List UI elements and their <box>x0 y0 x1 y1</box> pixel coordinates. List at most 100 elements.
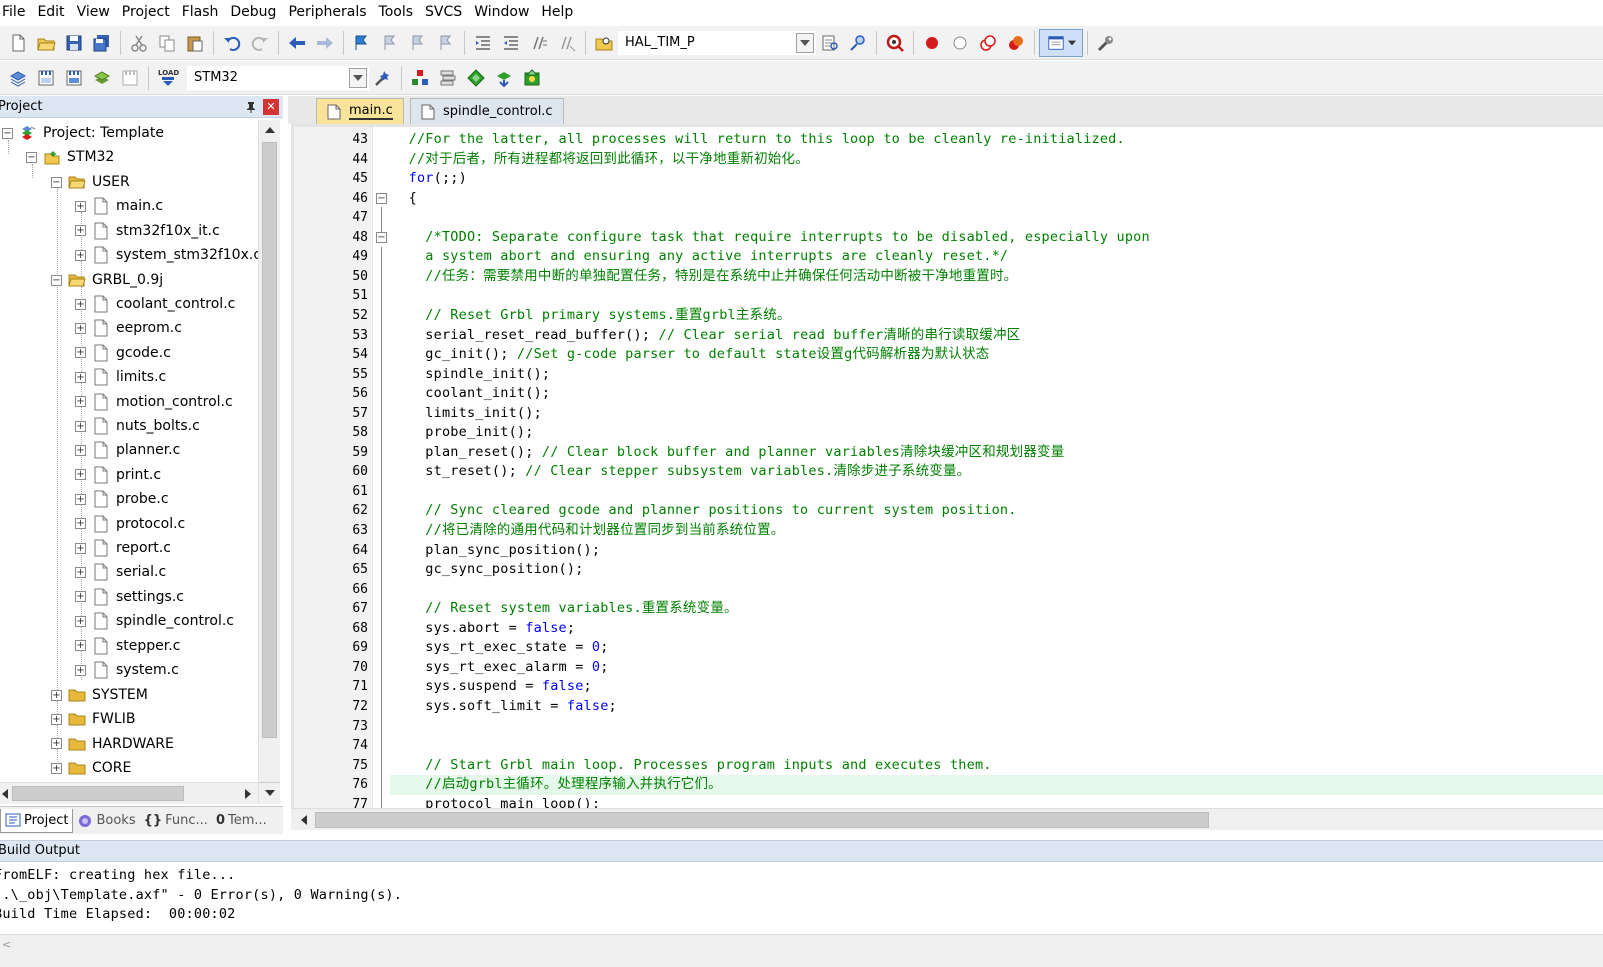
tree-file[interactable]: + stm32f10x_it.c <box>75 219 220 243</box>
expand-icon[interactable]: + <box>75 664 86 676</box>
menu-tools[interactable]: Tools <box>373 0 420 24</box>
tab-project[interactable]: Project <box>0 808 74 833</box>
tree-file[interactable]: + eeprom.c <box>75 316 182 340</box>
tree-group-fwlib[interactable]: + FWLIB <box>51 707 135 731</box>
scroll-up-icon[interactable] <box>259 120 280 140</box>
bookmark-toggle-icon[interactable] <box>348 29 376 57</box>
scroll-down-icon[interactable] <box>259 782 280 802</box>
tree-group-core[interactable]: + CORE <box>51 756 131 780</box>
tree-file[interactable]: + gcode.c <box>75 341 171 365</box>
tree-target-stm32[interactable]: − STM32 <box>26 145 114 169</box>
expand-icon[interactable]: + <box>51 762 62 774</box>
copy-icon[interactable] <box>153 29 181 57</box>
expand-icon[interactable]: + <box>75 493 86 505</box>
pin-icon[interactable] <box>245 101 257 113</box>
paste-icon[interactable] <box>181 29 209 57</box>
menu-peripherals[interactable]: Peripherals <box>282 0 372 24</box>
tree-group-system[interactable]: + SYSTEM <box>51 683 148 707</box>
tree-file[interactable]: + settings.c <box>75 585 184 609</box>
scroll-right-icon[interactable] <box>240 785 256 803</box>
collapse-icon[interactable]: − <box>51 274 62 286</box>
scroll-thumb[interactable] <box>12 786 184 801</box>
redo-icon[interactable] <box>246 29 274 57</box>
expand-icon[interactable]: + <box>75 249 86 261</box>
menu-window[interactable]: Window <box>468 0 535 24</box>
tree-file[interactable]: + system_stm32f10x.c <box>75 243 258 267</box>
tab-templates[interactable]: 0 Tem... <box>212 809 271 833</box>
expand-icon[interactable]: + <box>51 689 62 701</box>
file-extensions-icon[interactable] <box>434 64 462 92</box>
expand-icon[interactable]: + <box>75 542 86 554</box>
chevron-down-icon[interactable] <box>796 32 814 53</box>
expand-icon[interactable]: + <box>75 640 86 652</box>
project-tree-vertical-scrollbar[interactable] <box>258 120 280 804</box>
bookmark-prev-icon[interactable] <box>376 29 404 57</box>
breakpoint-disable-all-icon[interactable] <box>974 29 1002 57</box>
editor-horizontal-scrollbar[interactable] <box>291 808 1603 830</box>
target-select[interactable]: STM32 <box>187 65 369 90</box>
debug-session-icon[interactable] <box>881 29 909 57</box>
menu-file[interactable]: File <box>0 0 31 24</box>
menu-help[interactable]: Help <box>535 0 579 24</box>
expand-icon[interactable]: + <box>75 225 86 236</box>
tab-books[interactable]: Books <box>73 809 139 833</box>
uncomment-icon[interactable] <box>553 29 581 57</box>
tree-file[interactable]: + print.c <box>75 463 161 487</box>
tree-file[interactable]: + system.c <box>75 658 179 682</box>
scroll-left-icon[interactable] <box>297 812 311 828</box>
chevron-down-icon[interactable] <box>349 67 367 88</box>
expand-icon[interactable]: + <box>75 591 86 603</box>
tree-file[interactable]: + coolant_control.c <box>75 292 235 316</box>
new-file-icon[interactable] <box>4 29 32 57</box>
menu-flash[interactable]: Flash <box>176 0 225 24</box>
tree-file[interactable]: + limits.c <box>75 365 166 389</box>
breakpoint-insert-icon[interactable] <box>918 29 946 57</box>
tree-file[interactable]: + main.c <box>75 194 163 218</box>
tree-group-hardware[interactable]: + HARDWARE <box>51 732 174 756</box>
build-output-text[interactable]: FromELF: creating hex file... ".\_obj\Te… <box>0 862 1603 934</box>
cut-icon[interactable] <box>125 29 153 57</box>
expand-icon[interactable]: + <box>75 200 86 212</box>
tree-file[interactable]: + report.c <box>75 536 171 560</box>
batch-build-icon[interactable] <box>88 64 116 92</box>
bookmark-next-icon[interactable] <box>404 29 432 57</box>
tree-file[interactable]: + protocol.c <box>75 512 185 536</box>
collapse-icon[interactable]: − <box>51 176 62 188</box>
menu-edit[interactable]: Edit <box>31 0 70 24</box>
project-installer-icon[interactable] <box>518 64 546 92</box>
tree-group-user[interactable]: − USER <box>51 170 130 194</box>
tab-main-c[interactable]: main.c <box>316 98 404 124</box>
indent-icon[interactable] <box>469 29 497 57</box>
tree-group-grbl[interactable]: − GRBL_0.9j <box>51 268 163 292</box>
tree-file[interactable]: + motion_control.c <box>75 390 233 414</box>
tree-file[interactable]: + nuts_bolts.c <box>75 414 200 438</box>
find-in-files-icon[interactable] <box>590 29 618 57</box>
scroll-left-icon[interactable] <box>0 785 10 803</box>
build-icon[interactable] <box>32 64 60 92</box>
open-folder-icon[interactable] <box>32 29 60 57</box>
expand-icon[interactable]: + <box>75 322 86 334</box>
scroll-thumb[interactable] <box>262 142 277 738</box>
fold-collapse-icon[interactable]: − <box>376 231 387 243</box>
expand-icon[interactable]: + <box>75 371 86 383</box>
manage-components-icon[interactable] <box>406 64 434 92</box>
target-options-icon[interactable] <box>369 64 397 92</box>
configure-icon[interactable] <box>1092 29 1120 57</box>
save-all-icon[interactable] <box>88 29 116 57</box>
pack-installer-icon[interactable] <box>490 64 518 92</box>
expand-icon[interactable]: + <box>51 713 62 725</box>
tree-file[interactable]: + spindle_control.c <box>75 609 234 633</box>
expand-icon[interactable]: + <box>75 347 86 359</box>
tree-root-project[interactable]: − Project: Template <box>2 121 164 145</box>
tab-functions[interactable]: {} Func... <box>140 809 212 833</box>
expand-icon[interactable]: + <box>75 469 86 481</box>
save-icon[interactable] <box>60 29 88 57</box>
tree-file[interactable]: + planner.c <box>75 438 180 462</box>
expand-icon[interactable]: + <box>75 444 86 456</box>
collapse-icon[interactable]: − <box>2 127 13 139</box>
scroll-thumb[interactable] <box>315 812 1209 828</box>
project-tree-horizontal-scrollbar[interactable] <box>0 782 258 804</box>
expand-icon[interactable]: + <box>75 566 86 578</box>
menu-svcs[interactable]: SVCS <box>419 0 468 24</box>
scroll-left-icon[interactable]: < <box>2 938 11 951</box>
